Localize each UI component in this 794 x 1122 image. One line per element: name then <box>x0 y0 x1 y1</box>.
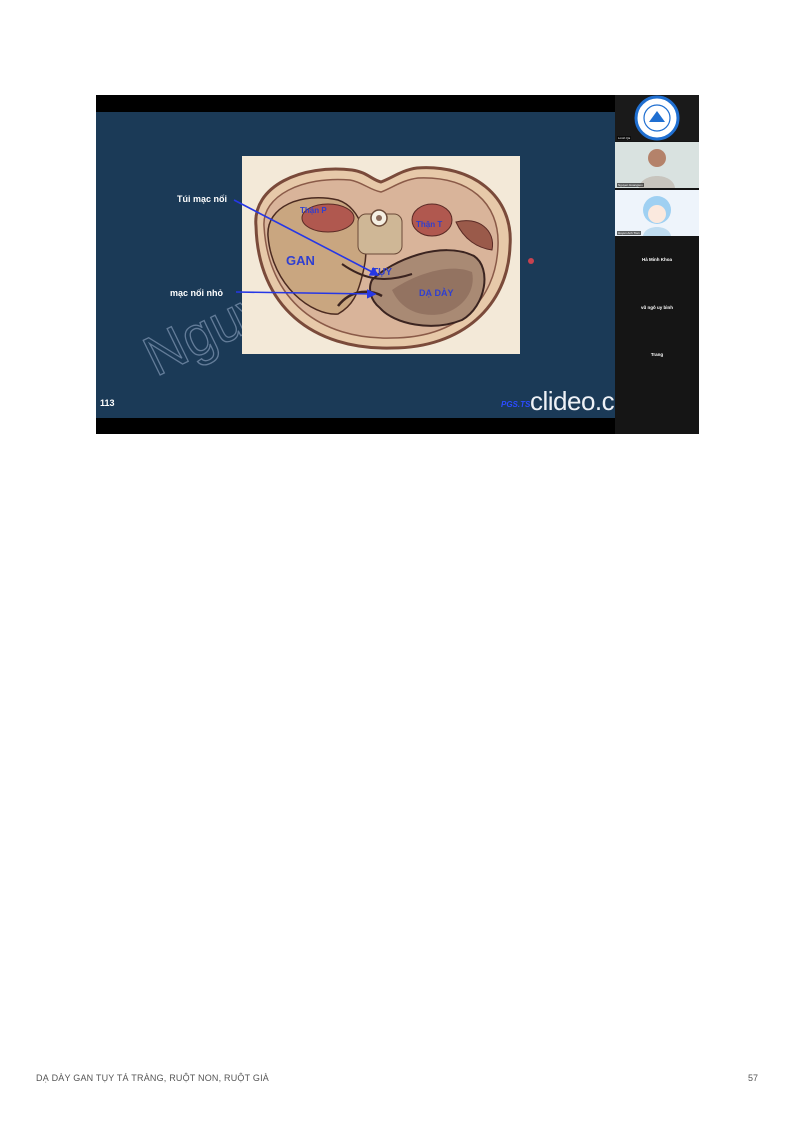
participant-tile-2[interactable]: Nguyen Hoangson <box>615 142 699 188</box>
slide-credit: PGS.TS <box>501 400 531 409</box>
arrow-tui-mac-noi <box>233 199 380 276</box>
participant-name-ha-minh-khoa[interactable]: Hà Minh Khoa <box>615 257 699 262</box>
video-screenshot: Nguyễn Vu <box>96 95 699 434</box>
participant-2-name: Nguyen Hoangson <box>617 183 644 187</box>
university-logo-icon <box>634 95 680 141</box>
participant-tile-3[interactable]: Huyen Anh Tran <box>615 190 699 236</box>
arrow-mac-noi-nho <box>235 289 377 299</box>
participant-tile-1[interactable]: Lmsh Qa <box>615 95 699 141</box>
participant-1-name: Lmsh Qa <box>617 136 632 140</box>
document-footer: DẠ DÀY GAN TỤY TÁ TRÀNG, RUỘT NON, RUỘT … <box>36 1073 269 1083</box>
laser-pointer-dot <box>528 258 534 264</box>
presenter-video-icon <box>615 142 699 188</box>
participant-name-vu-ngo-uy-binh[interactable]: vũ ngô uy bình <box>615 305 699 310</box>
lecture-slide: Nguyễn Vu <box>96 112 615 418</box>
page-number: 57 <box>747 1073 758 1083</box>
annotation-arrows <box>233 199 380 299</box>
participant-3-name: Huyen Anh Tran <box>617 231 641 235</box>
participant-name-trang[interactable]: Trang <box>615 352 699 357</box>
slide-number: 113 <box>100 398 115 408</box>
participants-panel: Lmsh Qa Nguyen Hoangson Huyen Anh Tran H… <box>615 95 699 434</box>
anime-avatar-icon <box>615 190 699 236</box>
